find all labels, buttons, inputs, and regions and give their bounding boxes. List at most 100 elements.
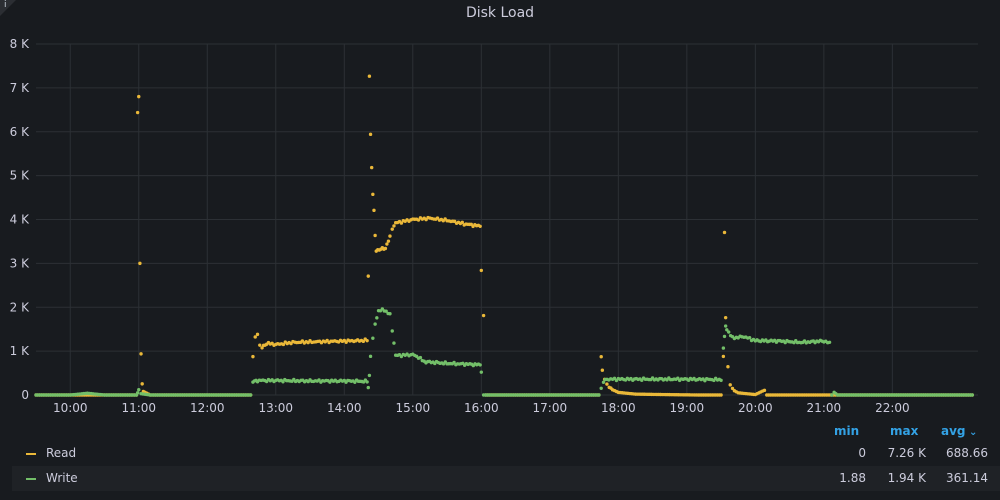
read-point (383, 246, 388, 251)
read-point (367, 74, 372, 78)
chart-plot[interactable]: 0 1 K 2 K 3 K 4 K 5 K 6 K 7 K 8 K 10:00 11:00 12:00… (0, 0, 1000, 420)
write-point (723, 324, 728, 328)
y-tick-label: 3 K (10, 256, 30, 270)
read-point (481, 313, 486, 318)
read-point (726, 365, 730, 369)
legend-max-write: 1.94 K (887, 471, 926, 485)
read-point (373, 233, 377, 238)
legend-avg-write: 361.14 (946, 471, 988, 485)
x-tick-label: 18:00 (601, 401, 636, 415)
read-point (368, 132, 373, 137)
read-point (138, 261, 142, 266)
write-point (371, 336, 375, 340)
legend-min-read: 0 (858, 446, 866, 460)
x-tick-label: 11:00 (121, 401, 156, 415)
write-point (137, 388, 141, 392)
write-point (135, 391, 140, 395)
read-point (140, 382, 144, 386)
x-tick-label: 17:00 (533, 401, 568, 415)
write-point (367, 373, 372, 378)
read-point (599, 354, 603, 359)
read-point (605, 382, 609, 386)
read-point (728, 383, 732, 387)
legend-avg-read: 688.66 (946, 446, 988, 460)
read-point (478, 224, 482, 228)
write-point (830, 393, 834, 397)
write-point (388, 312, 392, 316)
y-tick-label: 8 K (10, 37, 30, 51)
write-point (248, 393, 253, 397)
read-point (372, 208, 376, 213)
write-point (366, 385, 370, 390)
y-tick-label: 0 (21, 388, 29, 402)
read-point (723, 315, 728, 320)
y-tick-label: 5 K (10, 169, 30, 183)
legend-header-avg-label: avg (941, 424, 966, 438)
read-point (390, 227, 394, 231)
chevron-down-icon: ⌄ (965, 427, 978, 438)
read-point (479, 268, 484, 273)
write-point (719, 378, 723, 383)
read-point (600, 368, 605, 372)
read-point (366, 274, 370, 278)
y-tick-label: 6 K (10, 125, 30, 139)
read-point (137, 94, 141, 99)
x-tick-label: 10:00 (53, 401, 88, 415)
legend-max-read: 7.26 K (887, 446, 926, 460)
write-point (599, 386, 603, 390)
legend-swatch-read (26, 453, 36, 455)
legend-header-min[interactable]: min (834, 424, 859, 438)
y-tick-label: 7 K (10, 81, 30, 95)
read-point (255, 332, 260, 337)
write-point (365, 380, 369, 384)
write-point (418, 355, 423, 360)
x-tick-label: 12:00 (190, 401, 225, 415)
legend-min-write: 1.88 (839, 471, 866, 485)
write-point (721, 346, 726, 350)
read-point (139, 352, 143, 356)
write-point (478, 363, 482, 367)
legend-row-read[interactable]: Read 0 7.26 K 688.66 (12, 441, 1000, 466)
x-tick-label: 20:00 (738, 401, 773, 415)
x-tick-label: 22:00 (875, 401, 910, 415)
y-tick-label: 2 K (10, 300, 30, 314)
write-point (722, 334, 727, 339)
read-point (722, 230, 727, 235)
read-point (388, 234, 392, 238)
write-point (827, 340, 832, 344)
read-point (762, 388, 767, 393)
write-point (479, 370, 484, 374)
read-point (386, 239, 391, 243)
x-tick-label: 13:00 (258, 401, 293, 415)
read-point (385, 242, 389, 246)
write-point (727, 330, 731, 334)
legend-header-max[interactable]: max (890, 424, 918, 438)
write-point (597, 393, 601, 397)
read-point (721, 354, 726, 359)
write-point (970, 393, 974, 397)
read-point (253, 335, 257, 339)
read-point (719, 393, 723, 397)
y-tick-label: 1 K (10, 344, 30, 358)
legend-row-write[interactable]: Write 1.88 1.94 K 361.14 (12, 466, 1000, 491)
read-point (135, 110, 140, 115)
x-tick-label: 15:00 (396, 401, 431, 415)
read-point (258, 343, 262, 347)
read-point (251, 354, 255, 359)
x-tick-label: 19:00 (670, 401, 705, 415)
write-point (373, 322, 377, 326)
read-point (392, 224, 396, 228)
legend-name-read: Read (46, 446, 77, 460)
read-point (365, 338, 369, 343)
legend-swatch-write (26, 478, 36, 480)
write-point (368, 354, 373, 359)
legend-name-write: Write (46, 471, 78, 485)
write-point (392, 341, 396, 345)
legend-header: min max avg ⌄ (0, 424, 1000, 442)
y-tick-label: 4 K (10, 213, 30, 227)
x-tick-label: 21:00 (807, 401, 842, 415)
legend-header-avg[interactable]: avg ⌄ (941, 424, 977, 438)
read-point (369, 165, 374, 170)
read-point (371, 192, 375, 197)
x-tick-label: 14:00 (327, 401, 362, 415)
